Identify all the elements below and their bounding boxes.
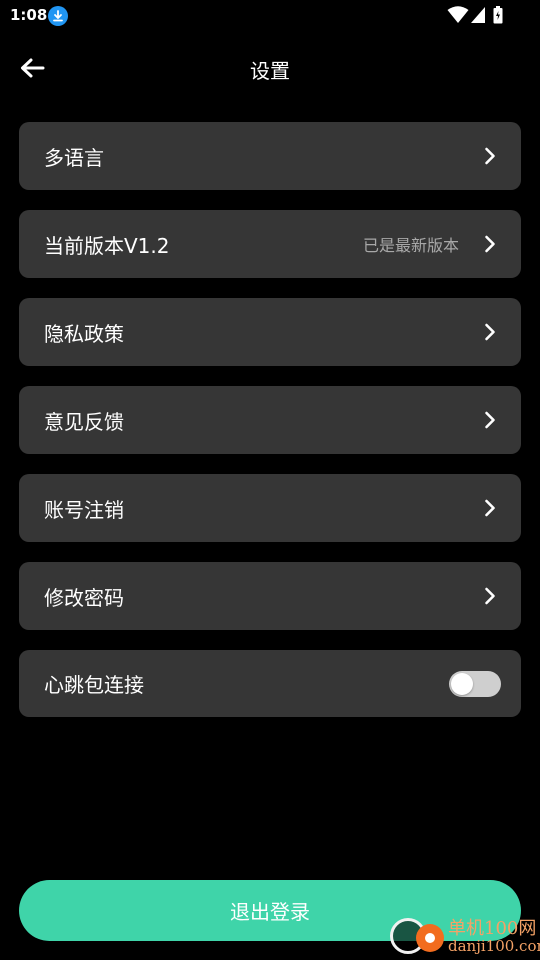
chevron-right-icon [483,146,497,166]
heartbeat-toggle[interactable] [449,670,501,697]
settings-row-change-password[interactable]: 修改密码 [19,562,521,630]
watermark-dot-icon [416,924,444,952]
status-bar: 1:08 [0,0,540,32]
row-label: 修改密码 [44,585,124,610]
page-title: 设置 [250,59,290,83]
download-icon [48,6,68,26]
settings-row-feedback[interactable]: 意见反馈 [19,386,521,454]
chevron-right-icon [483,234,497,254]
row-label: 心跳包连接 [44,673,144,697]
row-label: 账号注销 [44,497,124,522]
settings-row-heartbeat: 心跳包连接 [19,650,521,717]
row-label: 意见反馈 [44,409,124,434]
settings-screen: 1:08 设置 多语言 当前版本V1.2 已是最新版本 隐私政策 意见反馈 账号… [0,0,540,960]
chevron-right-icon [483,410,497,430]
watermark-logo: 单机100网 danji100.com [388,914,540,958]
toggle-knob [451,672,473,695]
settings-row-version[interactable]: 当前版本V1.2 已是最新版本 [19,210,521,278]
row-label: 多语言 [44,145,104,170]
settings-row-privacy-policy[interactable]: 隐私政策 [19,298,521,366]
status-time: 1:08 [10,6,48,24]
row-label: 当前版本V1.2 [44,233,170,258]
chevron-right-icon [483,322,497,342]
chevron-right-icon [483,498,497,518]
watermark-url: danji100.com [448,937,540,955]
version-status: 已是最新版本 [362,236,459,255]
row-label: 隐私政策 [44,321,124,346]
settings-row-language[interactable]: 多语言 [19,122,521,190]
wifi-icon [447,6,469,23]
settings-row-delete-account[interactable]: 账号注销 [19,474,521,542]
chevron-right-icon [483,586,497,606]
battery-icon [493,6,503,24]
signal-icon [471,7,485,23]
